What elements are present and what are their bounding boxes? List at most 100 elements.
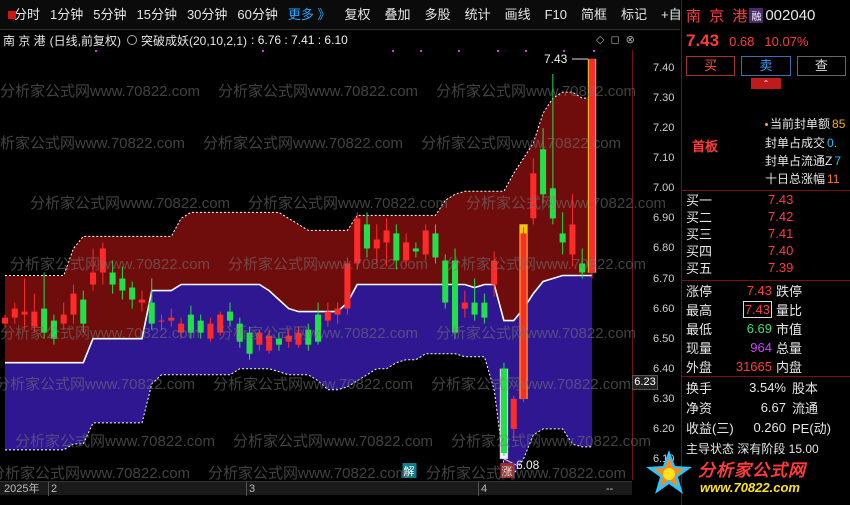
candle-body xyxy=(452,260,459,333)
fundamental-label: 收益(三) xyxy=(686,420,734,436)
fundamental-label-2: PE(动) xyxy=(792,420,832,436)
candle-body xyxy=(471,302,478,315)
candle-body xyxy=(70,293,77,315)
candle-body xyxy=(403,242,410,261)
quote-label-2: 市值 xyxy=(776,322,803,337)
trade-buttons: 买 卖 查 xyxy=(682,52,850,78)
candle-body xyxy=(442,260,449,303)
candle-body xyxy=(80,299,87,324)
signal-dot xyxy=(563,50,565,52)
candle-body xyxy=(158,320,165,322)
candle-body xyxy=(168,317,175,321)
price-tick: 6.40 xyxy=(653,362,675,375)
draw-line-button[interactable]: 画线 xyxy=(500,0,536,30)
candle-body xyxy=(334,308,341,315)
candle-body xyxy=(109,272,116,285)
sell-button[interactable]: 卖 xyxy=(741,56,791,76)
indicator-name[interactable]: 突破成妖(20,10,2,1) xyxy=(141,32,247,49)
panel-stock-code: 002040 xyxy=(765,6,816,24)
candle-body xyxy=(393,233,400,261)
quote-label-2: 量比 xyxy=(776,303,803,318)
panel-stock-name: 南 京 港 xyxy=(686,7,750,25)
brand-logo-icon xyxy=(646,450,692,494)
fundamental-row: 收益(三) 0.260 PE(动) xyxy=(682,417,850,437)
candle-body xyxy=(383,230,390,243)
stat-value: 11 xyxy=(827,172,840,186)
price-tick: 7.30 xyxy=(653,92,675,105)
quote-value-text: 6.69 xyxy=(746,321,772,336)
close-icon[interactable]: ⊗ xyxy=(626,33,635,46)
quote-value-text: 7.43 xyxy=(746,283,772,298)
candle-body xyxy=(119,278,126,291)
f10-button[interactable]: F10 xyxy=(540,0,572,30)
indicator-toggle-icon[interactable] xyxy=(127,35,137,45)
candle-body xyxy=(226,311,234,321)
period-tab-30min[interactable]: 30分钟 xyxy=(182,0,232,30)
price-tick: 7.20 xyxy=(653,122,675,135)
chevron-up-icon[interactable]: ⌃ xyxy=(751,78,781,89)
panel-price-row: 7.43 0.68 10.07% xyxy=(682,30,850,52)
time-axis-end: -- xyxy=(606,483,614,495)
statistics-button[interactable]: 统计 xyxy=(460,0,496,30)
diamond-icon[interactable]: ◇ xyxy=(596,33,604,46)
fundamental-label: 换手 xyxy=(686,380,713,396)
bid-row[interactable]: 买二 7.42 xyxy=(682,208,850,225)
candle-body xyxy=(148,302,155,324)
high-price-label: 7.43 xyxy=(544,52,568,66)
bid-row[interactable]: 买五 7.39 xyxy=(682,259,850,276)
candle-body xyxy=(11,308,18,318)
candle-body xyxy=(324,311,331,321)
bid-row[interactable]: 买一 7.43 xyxy=(682,191,850,208)
price-tick: 6.50 xyxy=(653,332,675,345)
price-tick: 6.30 xyxy=(653,392,675,405)
bid-row[interactable]: 买四 7.40 xyxy=(682,242,850,259)
fundamental-label: 净资 xyxy=(686,400,713,416)
stat-seal-vs-volume: 封单占成交 0. xyxy=(765,134,837,151)
square-icon[interactable]: ◻ xyxy=(610,33,619,46)
quote-label: 涨停 xyxy=(686,284,713,299)
candle-body xyxy=(295,332,302,345)
more-periods-button[interactable]: 更多 》 xyxy=(283,0,336,30)
simple-frame-button[interactable]: 简框 xyxy=(576,0,612,30)
order-book: 买一 7.43 买二 7.42 买三 7.41 买四 7.40 买五 7.39 xyxy=(682,190,850,276)
quote-row: 涨停 7.43 跌停 xyxy=(682,281,850,300)
collapse-toggle[interactable]: ⌃ xyxy=(682,78,850,90)
time-label-year: 2025年 xyxy=(4,483,40,495)
fundamental-label-2: 股本 xyxy=(792,380,819,396)
candle-body xyxy=(31,311,38,327)
stat-value: 0. xyxy=(827,136,838,150)
mark-button[interactable]: 标记 xyxy=(616,0,652,30)
quote-value: 31665 xyxy=(726,359,772,374)
quote-row: 现量 964 总量 xyxy=(682,338,850,357)
fundamental-value: 6.67 xyxy=(760,399,786,415)
candle-body xyxy=(275,338,282,345)
kline-chart[interactable]: 7.43 6.08 解 涨 xyxy=(0,50,632,480)
current-price-tag: 6.23 xyxy=(632,375,658,390)
bid-row[interactable]: 买三 7.41 xyxy=(682,225,850,242)
multi-stock-button[interactable]: 多股 xyxy=(420,0,456,30)
candle-body xyxy=(461,302,468,309)
period-tab-1min[interactable]: 1分钟 xyxy=(45,0,88,30)
stat-value: 7 xyxy=(834,154,842,168)
quote-label: 最高 xyxy=(686,303,713,318)
adjust-button[interactable]: 复权 xyxy=(340,0,376,30)
candle-body xyxy=(412,248,419,252)
candle-body xyxy=(178,323,185,333)
chart-mode: (日线,前复权) xyxy=(49,33,121,48)
query-button[interactable]: 查 xyxy=(796,56,846,76)
candle-body xyxy=(588,59,596,273)
overlay-button[interactable]: 叠加 xyxy=(380,0,416,30)
quote-label-2: 跌停 xyxy=(776,284,803,299)
period-tab-60min[interactable]: 60分钟 xyxy=(232,0,282,30)
time-axis[interactable]: 2025年 2 3 4 -- xyxy=(0,481,632,496)
fundamental-value: 3.54% xyxy=(749,379,786,395)
candle-body xyxy=(60,314,67,324)
candle-body xyxy=(481,302,488,318)
period-tab-15min[interactable]: 15分钟 xyxy=(131,0,181,30)
stat-label: 当前封单额 xyxy=(770,117,831,131)
price-tick: 6.70 xyxy=(653,272,675,285)
period-tab-5min[interactable]: 5分钟 xyxy=(88,0,131,30)
buy-button[interactable]: 买 xyxy=(686,56,736,76)
low-price-label: 6.08 xyxy=(516,458,540,472)
margin-badge: 融 xyxy=(749,7,764,23)
